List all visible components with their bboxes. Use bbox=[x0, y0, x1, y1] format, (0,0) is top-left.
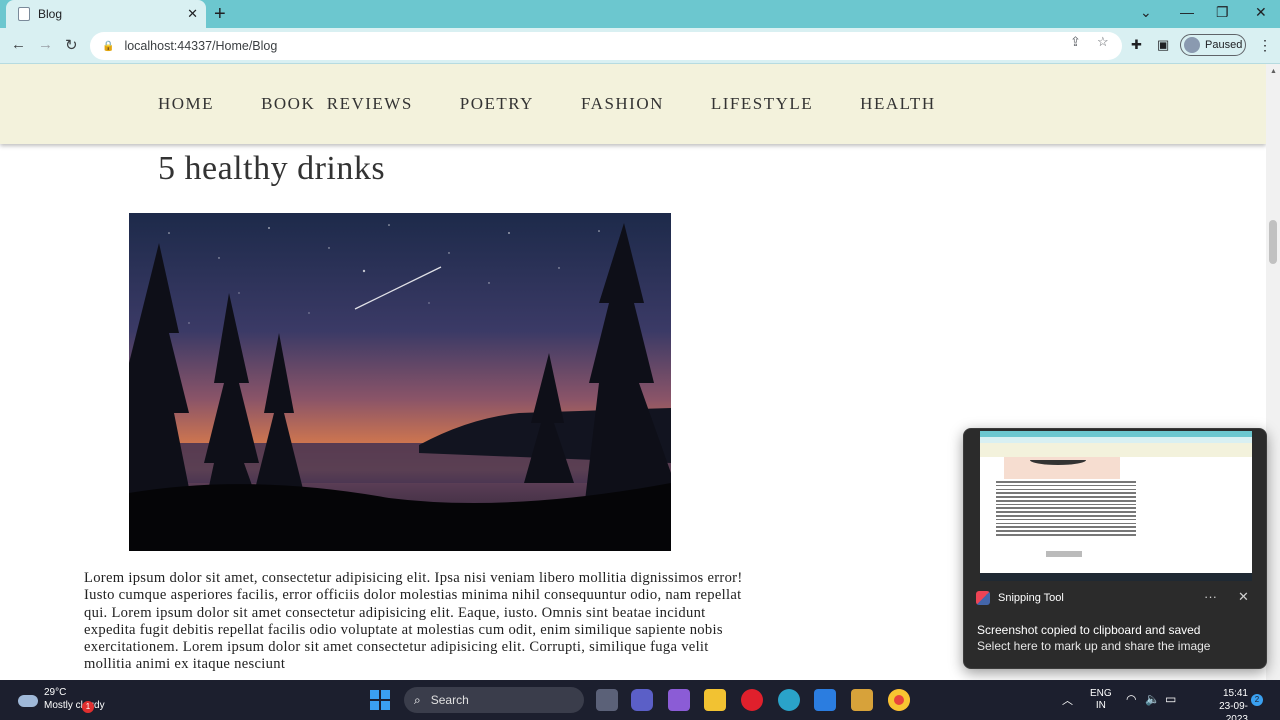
weather-condition: Mostly cloudy bbox=[44, 700, 105, 711]
battery-icon[interactable]: ▭ bbox=[1165, 692, 1176, 706]
minimize-icon[interactable]: — bbox=[1180, 4, 1194, 20]
weather-badge: 1 bbox=[82, 701, 94, 713]
visual-studio-icon[interactable] bbox=[668, 689, 690, 711]
notification-subtitle: Select here to mark up and share the ima… bbox=[977, 639, 1211, 653]
page-favicon-icon bbox=[18, 7, 30, 21]
address-bar[interactable]: 🔒 localhost:44337/Home/Blog bbox=[90, 32, 1122, 60]
notepad-icon[interactable] bbox=[814, 689, 836, 711]
wifi-icon[interactable]: ◠ bbox=[1126, 692, 1136, 706]
notification-app: Snipping Tool bbox=[976, 591, 1064, 605]
cloud-icon bbox=[16, 691, 38, 707]
profile-status: Paused bbox=[1205, 39, 1243, 51]
search-icon: ⌕ bbox=[414, 692, 421, 707]
weather-widget[interactable]: 29°C Mostly cloudy 1 bbox=[16, 687, 105, 713]
snipping-app-icon[interactable] bbox=[851, 689, 873, 711]
notification-center-badge[interactable]: 2 bbox=[1251, 694, 1263, 706]
notification-app-name: Snipping Tool bbox=[998, 592, 1064, 604]
edge-icon[interactable] bbox=[778, 689, 800, 711]
browser-menu-icon[interactable]: ⋮ bbox=[1258, 37, 1272, 54]
post-hero-image bbox=[129, 213, 671, 551]
taskbar-search[interactable]: ⌕ Search bbox=[404, 687, 584, 713]
post-title: 5 healthy drinks bbox=[158, 150, 386, 187]
nav-fashion[interactable]: FASHION bbox=[581, 94, 664, 114]
taskbar: 29°C Mostly cloudy 1 ⌕ Search ︿ ENG IN ◠… bbox=[0, 680, 1280, 720]
close-window-icon[interactable]: ✕ bbox=[1255, 4, 1267, 21]
notification-title: Screenshot copied to clipboard and saved bbox=[977, 623, 1201, 637]
volume-muted-icon[interactable]: 🔈 bbox=[1145, 692, 1160, 706]
avatar bbox=[1184, 37, 1200, 53]
nav-home[interactable]: HOME bbox=[158, 94, 214, 114]
new-tab-icon[interactable]: + bbox=[214, 3, 226, 25]
share-icon[interactable]: ⇪ bbox=[1070, 34, 1081, 50]
close-tab-icon[interactable]: ✕ bbox=[187, 6, 198, 22]
nav-health[interactable]: HEALTH bbox=[860, 94, 935, 114]
site-navbar: HOME BOOK REVIEWS POETRY FASHION LIFESTY… bbox=[0, 64, 1266, 144]
lang-line2: IN bbox=[1095, 700, 1106, 711]
input-language[interactable]: ENG IN bbox=[1090, 688, 1112, 712]
maximize-icon[interactable]: ❐ bbox=[1216, 4, 1229, 21]
reload-icon[interactable]: ↻ bbox=[65, 36, 78, 54]
chrome-icon[interactable] bbox=[888, 689, 910, 711]
back-icon[interactable]: ← bbox=[11, 36, 26, 53]
search-label: Search bbox=[430, 693, 469, 707]
clock-date: 23-09-2023 bbox=[1219, 701, 1248, 720]
teams-chat-icon[interactable] bbox=[631, 689, 653, 711]
scroll-up-arrow-icon[interactable]: ▲ bbox=[1270, 68, 1277, 75]
start-button-windows-icon[interactable] bbox=[370, 690, 390, 710]
show-hidden-icons-icon[interactable]: ︿ bbox=[1062, 692, 1073, 708]
clock-time: 15:41 bbox=[1222, 688, 1248, 699]
page-scrollbar[interactable]: ▲ bbox=[1266, 64, 1280, 680]
clock[interactable]: 15:41 23-09-2023 bbox=[1208, 687, 1248, 720]
tab-search-chevron-icon[interactable]: ⌄ bbox=[1140, 4, 1152, 21]
nav-lifestyle[interactable]: LIFESTYLE bbox=[711, 94, 813, 114]
close-notification-icon[interactable]: ✕ bbox=[1238, 589, 1249, 605]
post-body-text: Lorem ipsum dolor sit amet, consectetur … bbox=[84, 570, 743, 673]
profile-button[interactable]: Paused bbox=[1180, 34, 1246, 56]
browser-tab-strip: Blog ✕ + ⌄ — ❐ ✕ bbox=[0, 0, 1280, 28]
tab-blog[interactable]: Blog ✕ bbox=[6, 0, 206, 28]
snipping-tool-notification[interactable]: Snipping Tool ··· ✕ Screenshot copied to… bbox=[963, 428, 1267, 669]
extensions-puzzle-icon[interactable]: ✚ bbox=[1131, 37, 1142, 53]
weather-temp: 29°C bbox=[44, 687, 67, 698]
url-text[interactable]: localhost:44337/Home/Blog bbox=[124, 39, 277, 53]
more-options-icon[interactable]: ··· bbox=[1204, 589, 1217, 604]
file-explorer-icon[interactable] bbox=[704, 689, 726, 711]
nav-poetry[interactable]: POETRY bbox=[460, 94, 534, 114]
task-view-icon[interactable] bbox=[596, 689, 618, 711]
side-panel-icon[interactable]: ▣ bbox=[1157, 37, 1169, 53]
lang-line1: ENG bbox=[1090, 688, 1112, 699]
screenshot-thumbnail[interactable] bbox=[980, 431, 1252, 581]
snipping-tool-icon bbox=[976, 591, 990, 605]
bookmark-star-icon[interactable]: ☆ bbox=[1097, 34, 1109, 50]
nav-book-reviews[interactable]: BOOK REVIEWS bbox=[261, 94, 413, 114]
opera-icon[interactable] bbox=[741, 689, 763, 711]
tab-title: Blog bbox=[38, 7, 63, 21]
scrollbar-thumb[interactable] bbox=[1269, 220, 1277, 264]
lock-icon: 🔒 bbox=[102, 40, 115, 52]
forward-icon[interactable]: → bbox=[38, 36, 53, 53]
browser-toolbar: ← → ↻ 🔒 localhost:44337/Home/Blog ⇪ ☆ ✚ … bbox=[0, 28, 1280, 64]
